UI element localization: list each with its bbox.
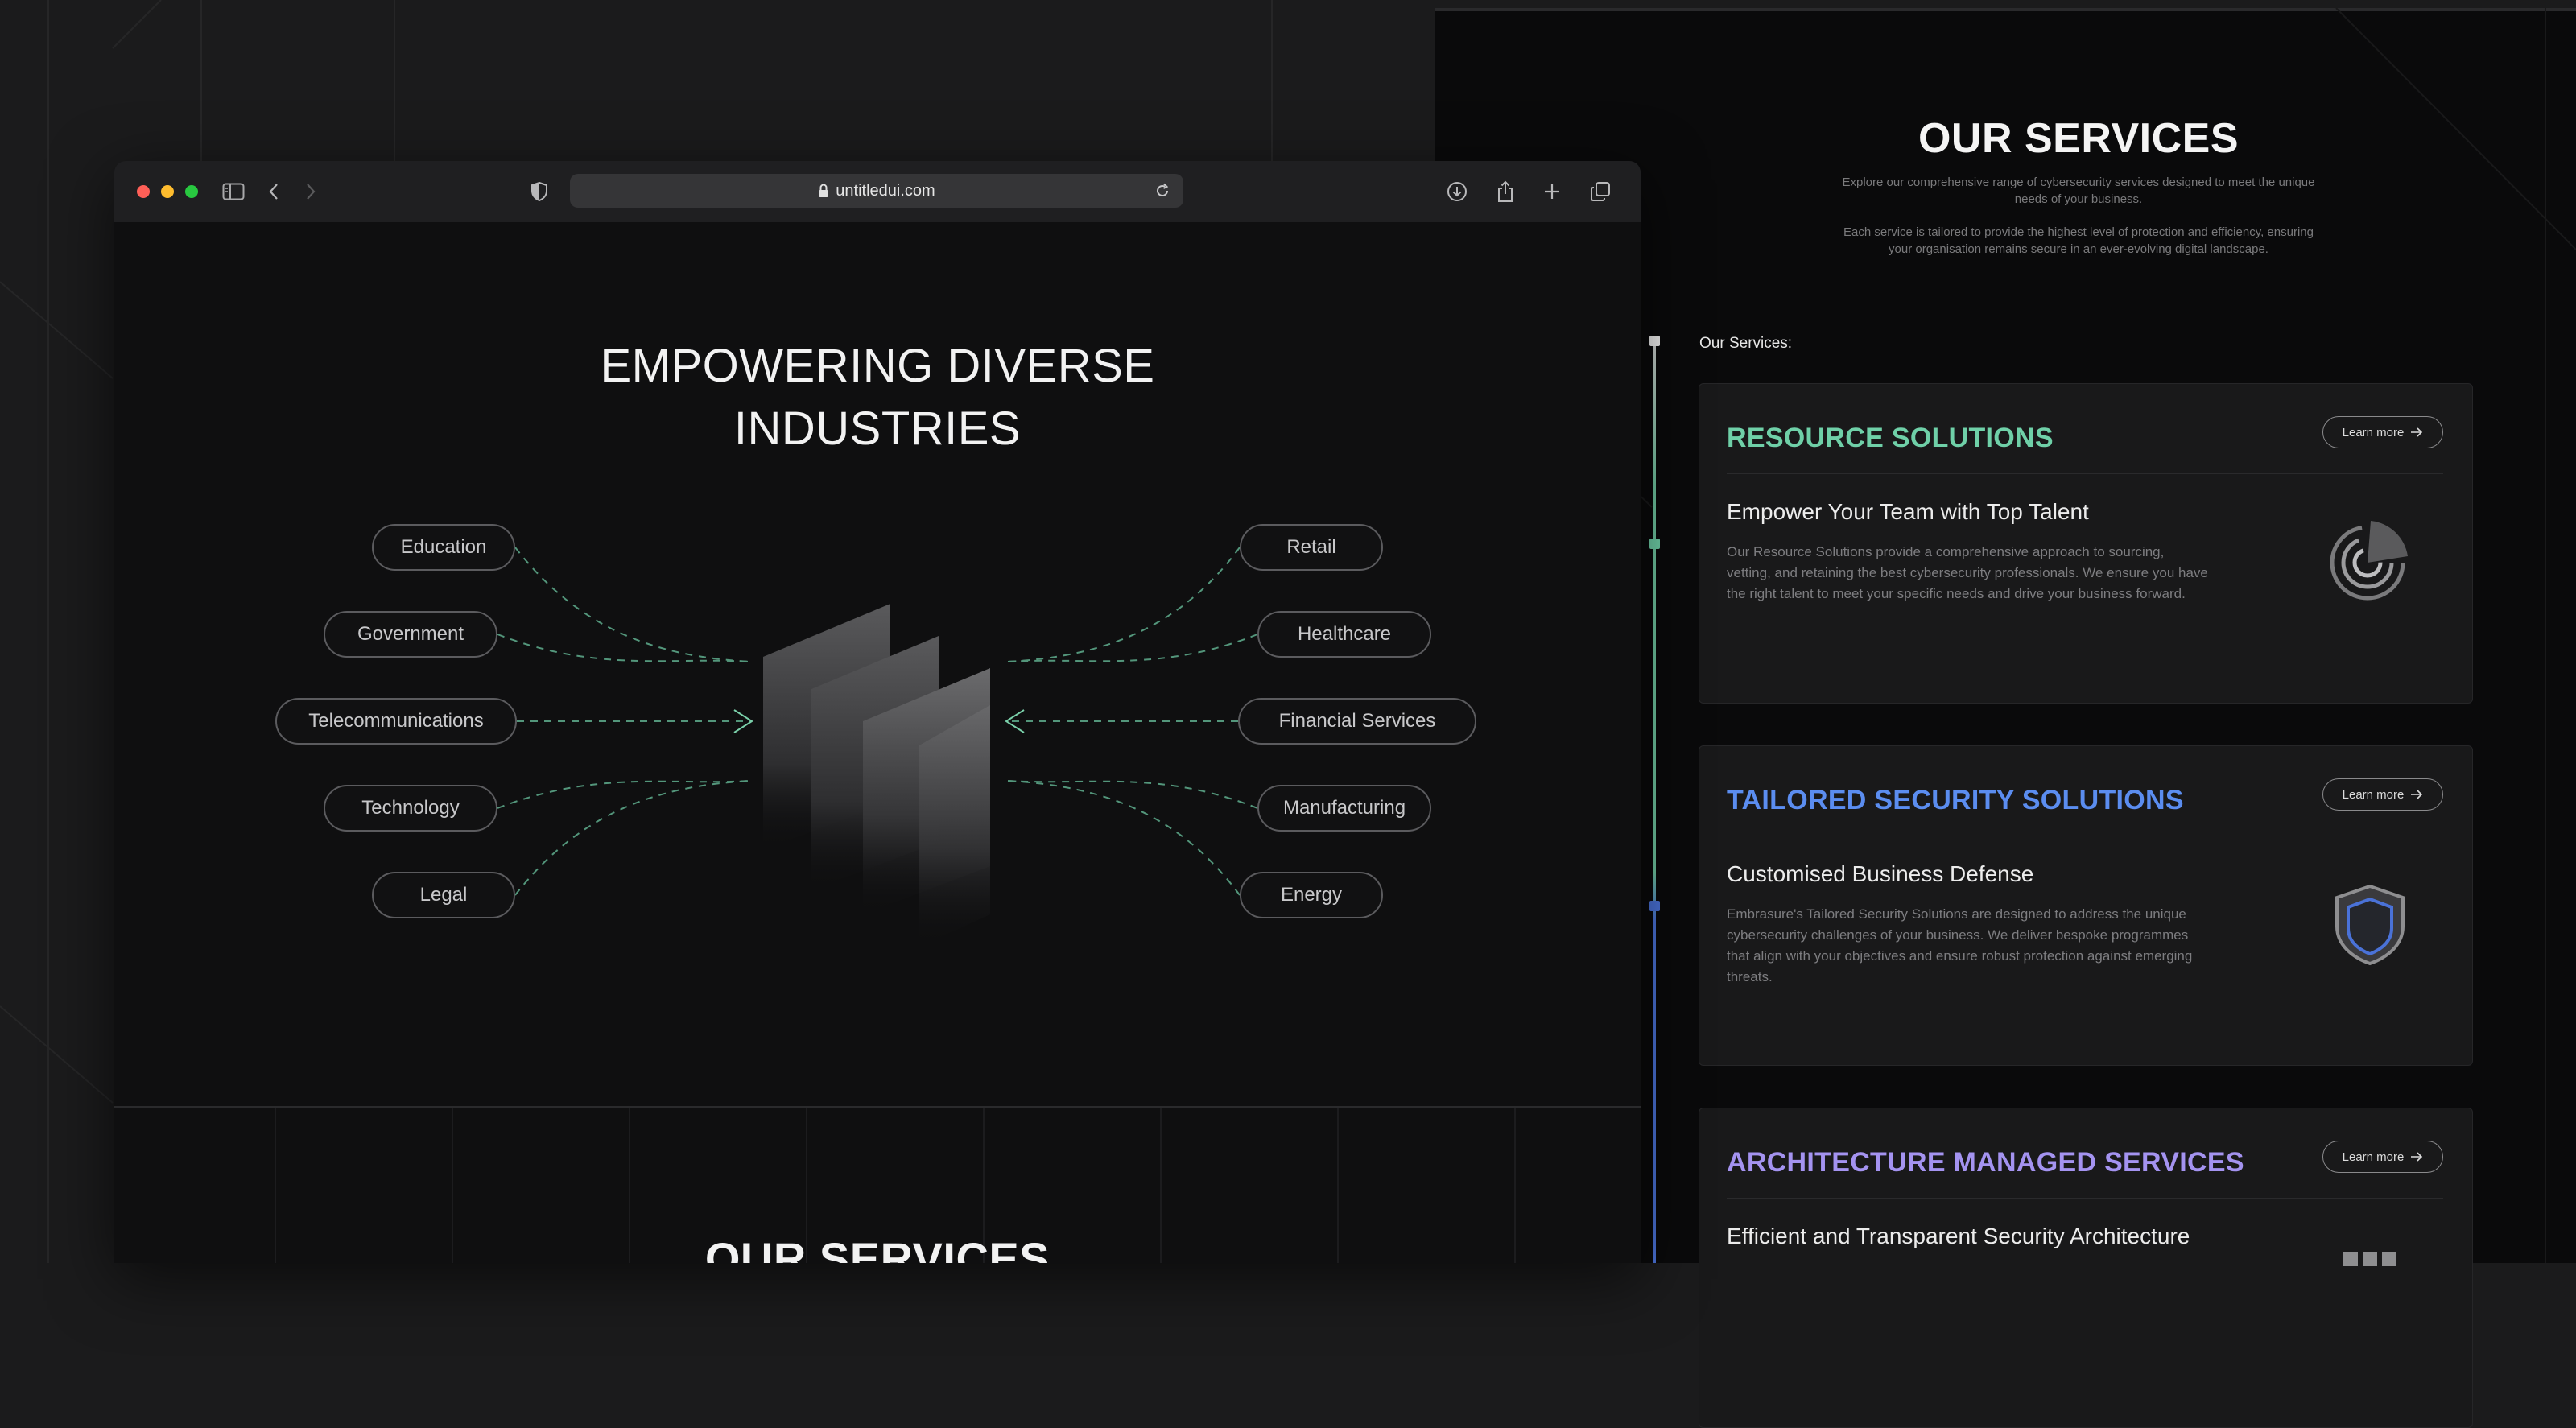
service-title: TAILORED SECURITY SOLUTIONS bbox=[1727, 785, 2184, 815]
center-block-logo bbox=[763, 604, 990, 947]
reload-icon[interactable] bbox=[1148, 176, 1177, 205]
service-description: Our Resource Solutions provide a compreh… bbox=[1727, 544, 2208, 601]
industry-pill-healthcare[interactable]: Healthcare bbox=[1257, 611, 1431, 658]
arrow-right-icon bbox=[2411, 427, 2423, 437]
radar-icon bbox=[2330, 521, 2408, 601]
learn-more-button[interactable]: Learn more bbox=[2322, 416, 2443, 448]
industry-label: Financial Services bbox=[1278, 710, 1436, 732]
industry-pill-telecommunications[interactable]: Telecommunications bbox=[275, 698, 517, 745]
learn-more-button[interactable]: Learn more bbox=[2322, 1141, 2443, 1173]
connector-government bbox=[497, 634, 751, 662]
industry-label: Energy bbox=[1280, 884, 1343, 906]
service-title: RESOURCE SOLUTIONS bbox=[1727, 423, 2054, 453]
privacy-shield-icon[interactable] bbox=[525, 177, 554, 206]
industry-label: Technology bbox=[361, 797, 460, 819]
industry-pill-legal[interactable]: Legal bbox=[372, 872, 515, 918]
tab-overview-icon[interactable] bbox=[1586, 177, 1615, 206]
card-divider bbox=[1727, 473, 2443, 474]
connector-education bbox=[514, 547, 751, 662]
timeline-node-resource[interactable] bbox=[1649, 539, 1660, 549]
service-subtitle: Empower Your Team with Top Talent bbox=[1727, 499, 2089, 524]
arrow-right-icon bbox=[2411, 790, 2423, 799]
service-description: Embrasure's Tailored Security Solutions … bbox=[1727, 906, 2193, 984]
service-card-architecture: ARCHITECTURE MANAGED SERVICES Learn more… bbox=[1699, 1108, 2473, 1428]
address-bar[interactable]: untitledui.com bbox=[570, 174, 1183, 208]
industry-pill-education[interactable]: Education bbox=[372, 524, 515, 571]
learn-more-button[interactable]: Learn more bbox=[2322, 778, 2443, 811]
arrow-right-icon bbox=[2411, 1152, 2423, 1162]
connector-energy bbox=[1007, 780, 1241, 896]
industry-label: Education bbox=[400, 536, 487, 558]
our-services-heading: OUR SERVICES bbox=[704, 1233, 1051, 1263]
minimize-window-button[interactable] bbox=[161, 185, 174, 198]
card-divider bbox=[1727, 1198, 2443, 1199]
industry-pill-financial-services[interactable]: Financial Services bbox=[1238, 698, 1476, 745]
industry-label: Manufacturing bbox=[1282, 797, 1406, 819]
industry-label: Healthcare bbox=[1297, 623, 1392, 645]
connector-manufacturing bbox=[1007, 780, 1258, 809]
connector-retail bbox=[1007, 547, 1241, 662]
industry-pill-energy[interactable]: Energy bbox=[1240, 872, 1383, 918]
learn-more-label: Learn more bbox=[2342, 425, 2405, 440]
url-text: untitledui.com bbox=[836, 181, 935, 200]
learn-more-label: Learn more bbox=[2342, 787, 2405, 802]
service-subtitle: Efficient and Transparent Security Archi… bbox=[1727, 1224, 2190, 1248]
maximize-window-button[interactable] bbox=[185, 185, 198, 198]
close-window-button[interactable] bbox=[137, 185, 150, 198]
service-subtitle: Customised Business Defense bbox=[1727, 861, 2034, 886]
shield-icon bbox=[2335, 884, 2405, 966]
connector-legal bbox=[514, 780, 751, 896]
industry-label: Legal bbox=[419, 884, 468, 906]
sidebar-toggle-icon[interactable] bbox=[219, 177, 248, 206]
page-content: EMPOWERING DIVERSE INDUSTRIES Education … bbox=[114, 222, 1641, 1263]
connector-technology bbox=[497, 780, 751, 809]
forward-icon[interactable] bbox=[296, 177, 325, 206]
industry-label: Telecommunications bbox=[308, 710, 484, 732]
download-icon[interactable] bbox=[1443, 177, 1472, 206]
service-card-resource: RESOURCE SOLUTIONS Learn more Empower Yo… bbox=[1699, 383, 2473, 704]
timeline-node-tailored[interactable] bbox=[1649, 901, 1660, 911]
industries-diagram bbox=[497, 547, 1258, 947]
services-timeline bbox=[1653, 341, 1656, 1263]
connector-healthcare bbox=[1007, 634, 1258, 662]
industry-pill-government[interactable]: Government bbox=[324, 611, 497, 658]
new-tab-icon[interactable] bbox=[1538, 177, 1567, 206]
share-icon[interactable] bbox=[1491, 177, 1520, 206]
industry-pill-retail[interactable]: Retail bbox=[1240, 524, 1383, 571]
timeline-node-start bbox=[1649, 336, 1660, 346]
service-title: ARCHITECTURE MANAGED SERVICES bbox=[1727, 1147, 2244, 1178]
industry-label: Retail bbox=[1286, 536, 1336, 558]
our-services-label: Our Services: bbox=[1699, 335, 1793, 352]
back-icon[interactable] bbox=[259, 177, 288, 206]
lock-icon bbox=[819, 184, 829, 197]
industry-pill-manufacturing[interactable]: Manufacturing bbox=[1257, 785, 1431, 832]
architecture-icon bbox=[2343, 1252, 2396, 1266]
industry-pill-technology[interactable]: Technology bbox=[324, 785, 497, 832]
service-card-tailored: TAILORED SECURITY SOLUTIONS Learn more C… bbox=[1699, 745, 2473, 1066]
learn-more-label: Learn more bbox=[2342, 1149, 2405, 1164]
industry-label: Government bbox=[357, 623, 464, 645]
browser-window: untitledui.com EMPOWERING DIVERSE INDUST… bbox=[114, 161, 1641, 1263]
browser-toolbar: untitledui.com bbox=[114, 161, 1641, 222]
